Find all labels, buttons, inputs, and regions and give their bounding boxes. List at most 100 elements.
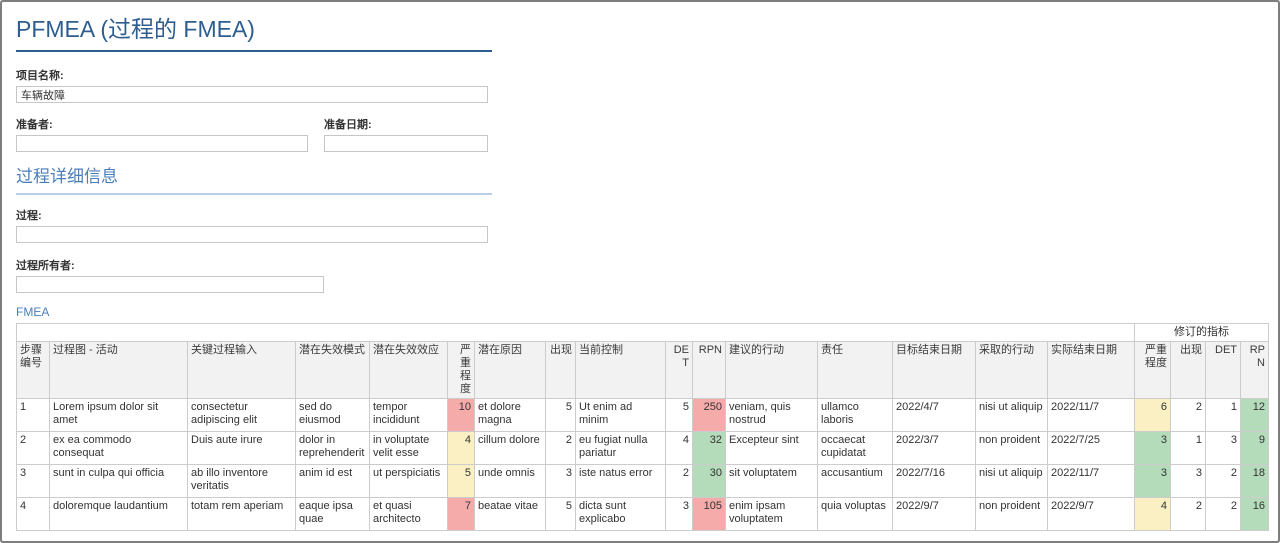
fmea-cell-rev_severity[interactable]: 6 bbox=[1135, 399, 1171, 432]
set-default-colors-button[interactable]: 设置默认显示颜色 bbox=[16, 539, 123, 543]
fmea-cell-activity[interactable]: sunt in culpa qui officia bbox=[50, 465, 188, 498]
fmea-cell-step[interactable]: 1 bbox=[17, 399, 50, 432]
fmea-cell-rev_det[interactable]: 1 bbox=[1206, 399, 1241, 432]
fmea-table-row-3: 3sunt in culpa qui officiaab illo invent… bbox=[17, 465, 1269, 498]
fmea-cell-rev_rpn[interactable]: 12 bbox=[1241, 399, 1269, 432]
fmea-cell-rev_rpn[interactable]: 18 bbox=[1241, 465, 1269, 498]
fmea-cell-occurrence[interactable]: 3 bbox=[546, 465, 576, 498]
process-owner-input[interactable] bbox=[16, 276, 324, 293]
fmea-cell-responsibility[interactable]: ullamco laboris bbox=[818, 399, 893, 432]
fmea-cell-rpn[interactable]: 32 bbox=[693, 432, 726, 465]
fmea-cell-failure_effect[interactable]: in voluptate velit esse bbox=[370, 432, 448, 465]
fmea-cell-rev_rpn[interactable]: 16 bbox=[1241, 498, 1269, 531]
fmea-cell-failure_mode[interactable]: dolor in reprehenderit bbox=[296, 432, 370, 465]
prep-date-field: 准备日期: bbox=[324, 116, 488, 152]
fmea-cell-step[interactable]: 4 bbox=[17, 498, 50, 531]
fmea-cell-recommended_action[interactable]: Excepteur sint bbox=[726, 432, 818, 465]
fmea-column-header-severity: 严重程度 bbox=[448, 342, 475, 399]
fmea-cell-rev_det[interactable]: 2 bbox=[1206, 465, 1241, 498]
fmea-cell-det[interactable]: 2 bbox=[666, 465, 693, 498]
fmea-cell-failure_effect[interactable]: et quasi architecto bbox=[370, 498, 448, 531]
fmea-cell-rev_occurrence[interactable]: 3 bbox=[1171, 465, 1206, 498]
project-name-input[interactable] bbox=[16, 86, 488, 103]
fmea-cell-rev_occurrence[interactable]: 2 bbox=[1171, 399, 1206, 432]
fmea-cell-key_input[interactable]: ab illo inventore veritatis bbox=[188, 465, 296, 498]
fmea-cell-det[interactable]: 5 bbox=[666, 399, 693, 432]
set-default-colors-label: 设置默认显示颜色 bbox=[35, 539, 123, 543]
fmea-cell-rev_severity[interactable]: 3 bbox=[1135, 465, 1171, 498]
fmea-cell-actual_date[interactable]: 2022/9/7 bbox=[1048, 498, 1135, 531]
fmea-cell-activity[interactable]: Lorem ipsum dolor sit amet bbox=[50, 399, 188, 432]
fmea-column-header-cause: 潜在原因 bbox=[475, 342, 546, 399]
fmea-cell-responsibility[interactable]: occaecat cupidatat bbox=[818, 432, 893, 465]
fmea-cell-recommended_action[interactable]: sit voluptatem bbox=[726, 465, 818, 498]
fmea-cell-responsibility[interactable]: accusantium bbox=[818, 465, 893, 498]
fmea-cell-action_taken[interactable]: non proident bbox=[976, 432, 1048, 465]
title-divider bbox=[16, 50, 492, 52]
fmea-cell-target_date[interactable]: 2022/4/7 bbox=[893, 399, 976, 432]
fmea-cell-failure_mode[interactable]: sed do eiusmod bbox=[296, 399, 370, 432]
process-input[interactable] bbox=[16, 226, 488, 243]
fmea-cell-key_input[interactable]: consectetur adipiscing elit bbox=[188, 399, 296, 432]
fmea-cell-recommended_action[interactable]: veniam, quis nostrud bbox=[726, 399, 818, 432]
fmea-cell-rev_det[interactable]: 3 bbox=[1206, 432, 1241, 465]
fmea-cell-failure_mode[interactable]: eaque ipsa quae bbox=[296, 498, 370, 531]
project-name-label: 项目名称: bbox=[16, 67, 1264, 83]
fmea-cell-controls[interactable]: eu fugiat nulla pariatur bbox=[576, 432, 666, 465]
fmea-cell-severity[interactable]: 5 bbox=[448, 465, 475, 498]
fmea-cell-det[interactable]: 3 bbox=[666, 498, 693, 531]
fmea-cell-rpn[interactable]: 30 bbox=[693, 465, 726, 498]
fmea-cell-key_input[interactable]: totam rem aperiam bbox=[188, 498, 296, 531]
fmea-cell-action_taken[interactable]: nisi ut aliquip bbox=[976, 399, 1048, 432]
fmea-column-header-key_input: 关键过程输入 bbox=[188, 342, 296, 399]
fmea-cell-occurrence[interactable]: 5 bbox=[546, 399, 576, 432]
fmea-cell-step[interactable]: 3 bbox=[17, 465, 50, 498]
fmea-cell-cause[interactable]: cillum dolore bbox=[475, 432, 546, 465]
fmea-cell-activity[interactable]: doloremque laudantium bbox=[50, 498, 188, 531]
prep-date-input[interactable] bbox=[324, 135, 488, 152]
fmea-cell-responsibility[interactable]: quia voluptas bbox=[818, 498, 893, 531]
fmea-cell-rev_occurrence[interactable]: 1 bbox=[1171, 432, 1206, 465]
fmea-column-header-responsibility: 责任 bbox=[818, 342, 893, 399]
fmea-cell-rev_severity[interactable]: 3 bbox=[1135, 432, 1171, 465]
preparer-input[interactable] bbox=[16, 135, 308, 152]
fmea-cell-occurrence[interactable]: 5 bbox=[546, 498, 576, 531]
fmea-table-head: 修订的指标步骤编号过程图 - 活动关键过程输入潜在失效模式潜在失效效应严重程度潜… bbox=[17, 324, 1269, 399]
fmea-cell-key_input[interactable]: Duis aute irure bbox=[188, 432, 296, 465]
process-label: 过程: bbox=[16, 207, 1264, 223]
fmea-cell-actual_date[interactable]: 2022/7/25 bbox=[1048, 432, 1135, 465]
fmea-cell-rpn[interactable]: 250 bbox=[693, 399, 726, 432]
fmea-cell-det[interactable]: 4 bbox=[666, 432, 693, 465]
fmea-cell-cause[interactable]: unde omnis bbox=[475, 465, 546, 498]
fmea-cell-action_taken[interactable]: non proident bbox=[976, 498, 1048, 531]
fmea-cell-failure_mode[interactable]: anim id est bbox=[296, 465, 370, 498]
fmea-cell-cause[interactable]: beatae vitae bbox=[475, 498, 546, 531]
fmea-cell-rpn[interactable]: 105 bbox=[693, 498, 726, 531]
fmea-column-header-activity: 过程图 - 活动 bbox=[50, 342, 188, 399]
fmea-column-header-failure_effect: 潜在失效效应 bbox=[370, 342, 448, 399]
fmea-cell-target_date[interactable]: 2022/7/16 bbox=[893, 465, 976, 498]
fmea-cell-failure_effect[interactable]: ut perspiciatis bbox=[370, 465, 448, 498]
fmea-cell-target_date[interactable]: 2022/9/7 bbox=[893, 498, 976, 531]
fmea-cell-cause[interactable]: et dolore magna bbox=[475, 399, 546, 432]
fmea-cell-target_date[interactable]: 2022/3/7 bbox=[893, 432, 976, 465]
fmea-column-header-failure_mode: 潜在失效模式 bbox=[296, 342, 370, 399]
fmea-cell-controls[interactable]: Ut enim ad minim bbox=[576, 399, 666, 432]
fmea-cell-step[interactable]: 2 bbox=[17, 432, 50, 465]
fmea-cell-action_taken[interactable]: nisi ut aliquip bbox=[976, 465, 1048, 498]
fmea-cell-rev_rpn[interactable]: 9 bbox=[1241, 432, 1269, 465]
fmea-cell-severity[interactable]: 7 bbox=[448, 498, 475, 531]
fmea-cell-rev_severity[interactable]: 4 bbox=[1135, 498, 1171, 531]
fmea-cell-actual_date[interactable]: 2022/11/7 bbox=[1048, 465, 1135, 498]
fmea-cell-activity[interactable]: ex ea commodo consequat bbox=[50, 432, 188, 465]
fmea-cell-rev_occurrence[interactable]: 2 bbox=[1171, 498, 1206, 531]
fmea-cell-recommended_action[interactable]: enim ipsam voluptatem bbox=[726, 498, 818, 531]
fmea-cell-rev_det[interactable]: 2 bbox=[1206, 498, 1241, 531]
fmea-cell-controls[interactable]: dicta sunt explicabo bbox=[576, 498, 666, 531]
fmea-cell-actual_date[interactable]: 2022/11/7 bbox=[1048, 399, 1135, 432]
fmea-cell-severity[interactable]: 10 bbox=[448, 399, 475, 432]
fmea-cell-failure_effect[interactable]: tempor incididunt bbox=[370, 399, 448, 432]
fmea-cell-occurrence[interactable]: 2 bbox=[546, 432, 576, 465]
fmea-cell-controls[interactable]: iste natus error bbox=[576, 465, 666, 498]
fmea-cell-severity[interactable]: 4 bbox=[448, 432, 475, 465]
